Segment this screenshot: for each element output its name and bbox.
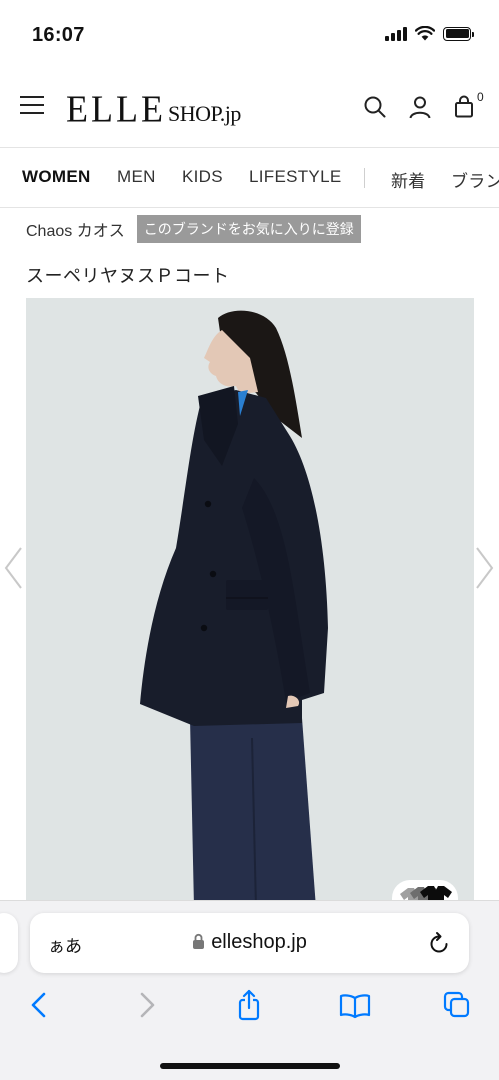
favorite-brand-button[interactable]: このブランドをお気に入りに登録: [136, 215, 361, 243]
hamburger-menu-icon[interactable]: [20, 96, 44, 116]
user-account-icon[interactable]: [407, 94, 433, 120]
elle-shop-logo[interactable]: ELLE SHOP.jp: [66, 88, 241, 130]
cellular-signal-icon: [385, 26, 407, 41]
search-icon[interactable]: [362, 94, 388, 120]
status-bar: 16:07: [0, 0, 499, 70]
product-photo-illustration: [26, 298, 474, 908]
logo-sub: SHOP.jp: [167, 101, 241, 126]
category-brands[interactable]: ブラン: [451, 167, 499, 192]
brand-row: Chaos カオス このブランドをお気に入りに登録: [26, 215, 361, 243]
brand-name-link[interactable]: Chaos カオス: [26, 217, 125, 241]
category-new-arrivals[interactable]: 新着: [391, 167, 426, 192]
previous-tab-preview[interactable]: [0, 913, 18, 973]
address-bar[interactable]: ぁあ elleshop.jp: [30, 913, 469, 973]
cart-count-badge: 0: [477, 90, 484, 104]
next-image-arrow[interactable]: [474, 545, 496, 591]
logo-main: ELLE: [66, 88, 166, 130]
share-icon[interactable]: [234, 989, 264, 1021]
shopping-bag-icon[interactable]: [451, 94, 477, 120]
home-indicator: [160, 1063, 340, 1069]
tabs-icon[interactable]: [442, 989, 472, 1021]
category-men[interactable]: MEN: [117, 167, 156, 187]
bookmarks-icon[interactable]: [338, 989, 372, 1021]
category-women[interactable]: WOMEN: [22, 167, 91, 187]
wifi-icon: [415, 26, 435, 41]
browser-toolbar: ぁあ elleshop.jp: [0, 900, 499, 1080]
product-image[interactable]: [26, 298, 474, 908]
category-divider: [364, 168, 365, 188]
url-text: elleshop.jp: [211, 931, 307, 953]
status-icons: [385, 26, 474, 41]
product-title: スーペリヤヌスＰコート: [26, 266, 230, 286]
lock-icon: [193, 933, 205, 949]
url-display[interactable]: elleshop.jp: [30, 931, 469, 954]
reload-icon[interactable]: [427, 930, 451, 956]
category-lifestyle[interactable]: LIFESTYLE: [249, 167, 341, 187]
category-nav: WOMEN MEN KIDS LIFESTYLE 新着 ブラン: [0, 148, 499, 208]
battery-icon: [443, 26, 474, 41]
site-header: ELLE SHOP.jp 0: [0, 70, 499, 148]
forward-arrow-icon[interactable]: [132, 989, 162, 1021]
category-kids[interactable]: KIDS: [182, 167, 223, 187]
back-arrow-icon[interactable]: [24, 989, 54, 1021]
previous-image-arrow[interactable]: [2, 545, 24, 591]
status-time: 16:07: [32, 24, 85, 46]
